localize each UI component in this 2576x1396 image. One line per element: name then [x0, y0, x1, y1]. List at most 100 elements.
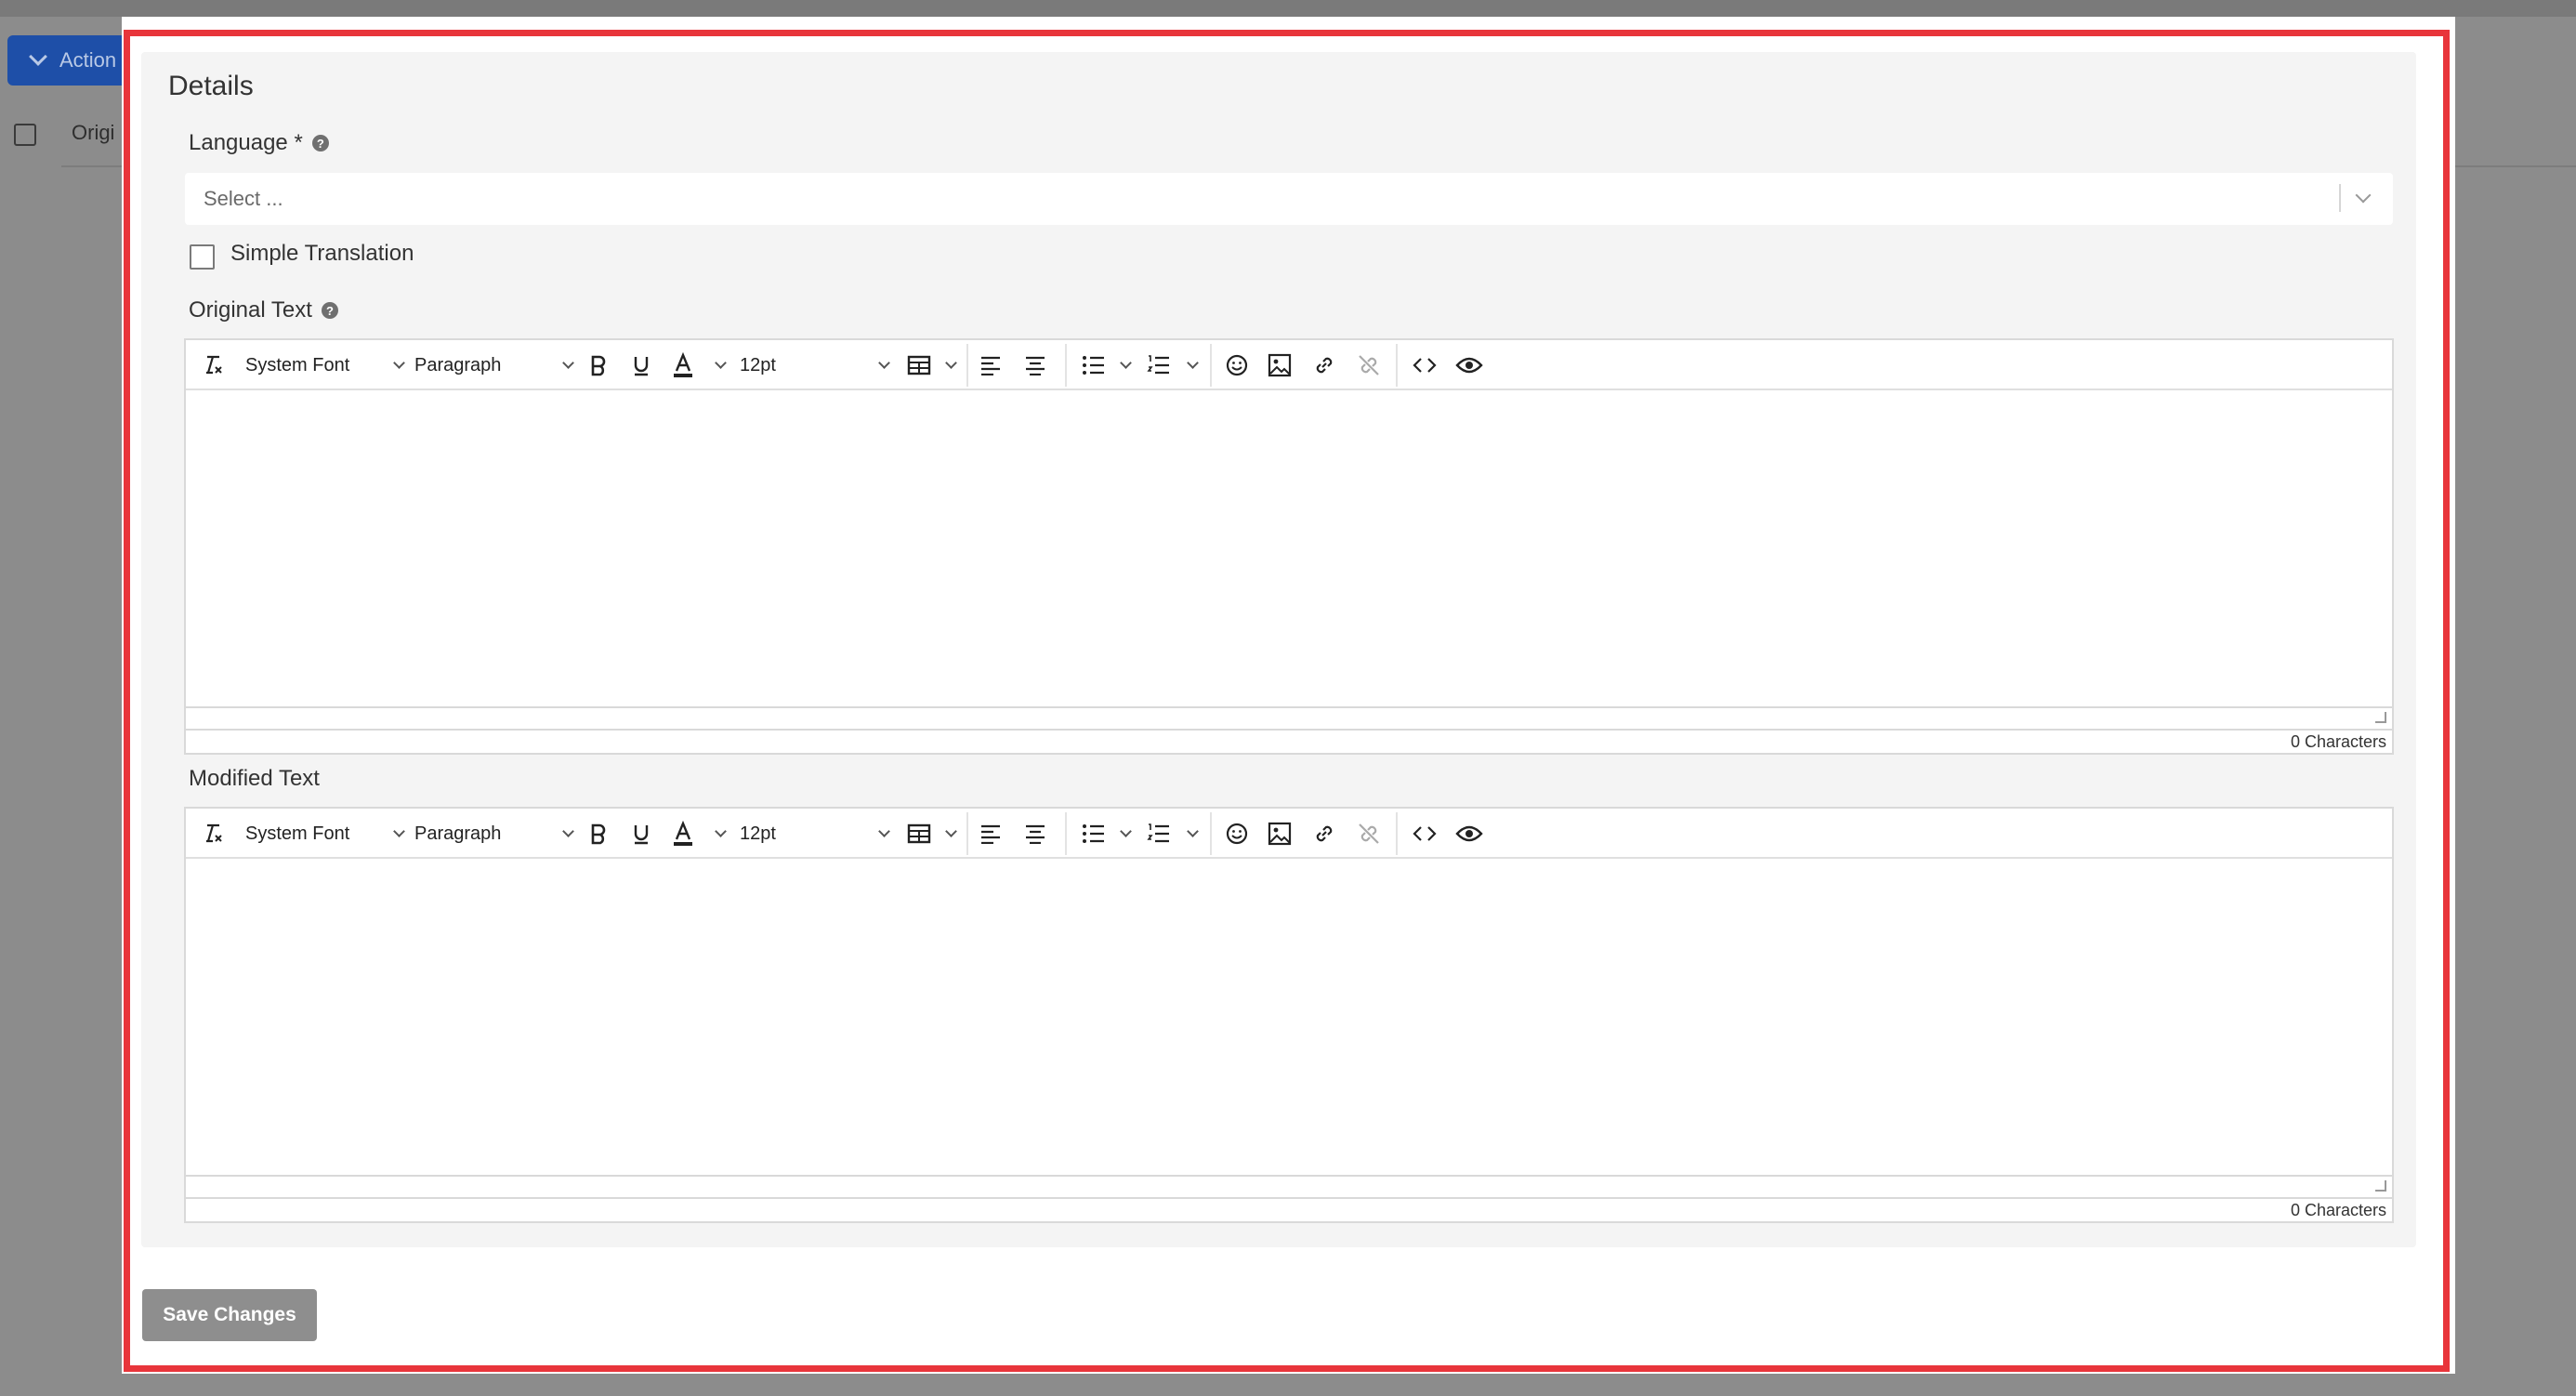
modified-text-edit-area[interactable] [186, 859, 2392, 1175]
image-icon [1268, 822, 1292, 846]
align-left-icon [981, 356, 1000, 375]
preview-button[interactable] [1455, 340, 1483, 390]
language-select-placeholder: Select ... [204, 187, 283, 210]
select-separator [2339, 184, 2341, 212]
modified-text-field-label: Modified Text [189, 766, 320, 792]
table-button[interactable] [907, 809, 957, 859]
numbered-list-icon [1147, 823, 1169, 843]
clear-formatting-button[interactable] [201, 809, 225, 859]
select-all-checkbox[interactable] [14, 124, 36, 146]
bullet-list-button[interactable] [1082, 809, 1134, 859]
toolbar-separator [1396, 812, 1398, 855]
chevron-down-icon [562, 356, 574, 369]
insert-image-button[interactable] [1268, 340, 1292, 390]
align-center-button[interactable] [1024, 340, 1046, 390]
insert-link-button[interactable] [1312, 809, 1336, 859]
table-icon [907, 355, 931, 375]
simple-translation-checkbox[interactable] [190, 244, 215, 270]
toolbar-separator [966, 812, 968, 855]
source-code-button[interactable] [1413, 340, 1437, 390]
editor-status-bar [186, 1175, 2392, 1197]
bold-icon [591, 355, 606, 376]
bold-button[interactable] [587, 340, 610, 390]
text-color-icon [674, 821, 692, 846]
actions-button-label: Action [59, 48, 117, 72]
chevron-down-icon [715, 356, 727, 369]
toolbar-separator [1210, 344, 1212, 387]
numbered-list-button[interactable] [1147, 340, 1201, 390]
align-center-button[interactable] [1024, 809, 1046, 859]
language-label: Language * [189, 130, 303, 155]
emoji-button[interactable] [1225, 809, 1249, 859]
chevron-down-icon [1120, 356, 1132, 369]
emoji-button[interactable] [1225, 340, 1249, 390]
column-header-original: Origi [72, 121, 115, 144]
original-text-edit-area[interactable] [186, 390, 2392, 706]
clear-formatting-button[interactable] [201, 340, 225, 390]
simple-translation-label: Simple Translation [230, 241, 414, 266]
align-left-button[interactable] [979, 340, 1002, 390]
align-left-icon [981, 824, 1000, 844]
character-count: 0 Characters [186, 1197, 2392, 1223]
clear-formatting-icon [206, 355, 222, 375]
block-format-value: Paragraph [414, 823, 502, 844]
emoji-icon [1226, 354, 1248, 376]
bullet-list-icon [1083, 356, 1104, 375]
chevron-down-icon [393, 824, 405, 837]
source-code-button[interactable] [1413, 809, 1437, 859]
font-size-select[interactable]: 12pt [740, 809, 890, 859]
unlink-icon [1359, 355, 1379, 375]
underline-button[interactable] [630, 809, 652, 859]
align-center-icon [1026, 824, 1045, 844]
editor-status-bar [186, 706, 2392, 729]
font-size-select[interactable]: 12pt [740, 340, 890, 390]
resize-handle-icon[interactable] [2375, 1180, 2386, 1192]
details-title: Details [168, 71, 254, 101]
text-color-button[interactable] [671, 340, 729, 390]
align-center-icon [1026, 356, 1045, 375]
block-format-select[interactable]: Paragraph [414, 340, 574, 390]
modified-text-editor: System Font Paragraph 12pt 0 Characters [184, 807, 2394, 1223]
unlink-button[interactable] [1357, 809, 1381, 859]
help-icon[interactable]: ? [311, 135, 329, 151]
font-family-select[interactable]: System Font [245, 340, 405, 390]
bullet-list-icon [1083, 824, 1104, 843]
bold-icon [591, 823, 606, 845]
save-changes-button[interactable]: Save Changes [142, 1289, 317, 1341]
underline-icon [634, 825, 649, 845]
unlink-button[interactable] [1357, 340, 1381, 390]
toolbar-separator [1396, 344, 1398, 387]
chevron-down-icon [1187, 824, 1199, 837]
chevron-down-icon [393, 356, 405, 369]
clear-formatting-icon [206, 823, 222, 843]
chevron-down-icon [1120, 824, 1132, 837]
preview-button[interactable] [1455, 809, 1483, 859]
table-button[interactable] [907, 340, 957, 390]
chevron-down-icon [1187, 356, 1199, 369]
help-icon[interactable]: ? [321, 302, 338, 319]
resize-handle-icon[interactable] [2375, 712, 2386, 723]
emoji-icon [1226, 823, 1248, 845]
text-color-button[interactable] [671, 809, 729, 859]
bullet-list-button[interactable] [1082, 340, 1134, 390]
chevron-down-icon[interactable] [2355, 187, 2372, 204]
chevron-down-icon [945, 824, 957, 837]
numbered-list-button[interactable] [1147, 809, 1201, 859]
chevron-down-icon [715, 824, 727, 837]
font-family-select[interactable]: System Font [245, 809, 405, 859]
insert-link-button[interactable] [1312, 340, 1336, 390]
align-left-button[interactable] [979, 809, 1002, 859]
bold-button[interactable] [587, 809, 610, 859]
language-select[interactable]: Select ... [185, 173, 2393, 225]
background-topbar [0, 0, 2576, 17]
image-icon [1268, 353, 1292, 377]
preview-icon [1455, 825, 1483, 842]
toolbar-separator [1065, 344, 1067, 387]
underline-button[interactable] [630, 340, 652, 390]
unlink-icon [1359, 823, 1379, 844]
character-count: 0 Characters [186, 729, 2392, 755]
block-format-select[interactable]: Paragraph [414, 809, 574, 859]
insert-image-button[interactable] [1268, 809, 1292, 859]
preview-icon [1455, 357, 1483, 374]
original-text-field-label: Original Text ? [189, 297, 338, 323]
